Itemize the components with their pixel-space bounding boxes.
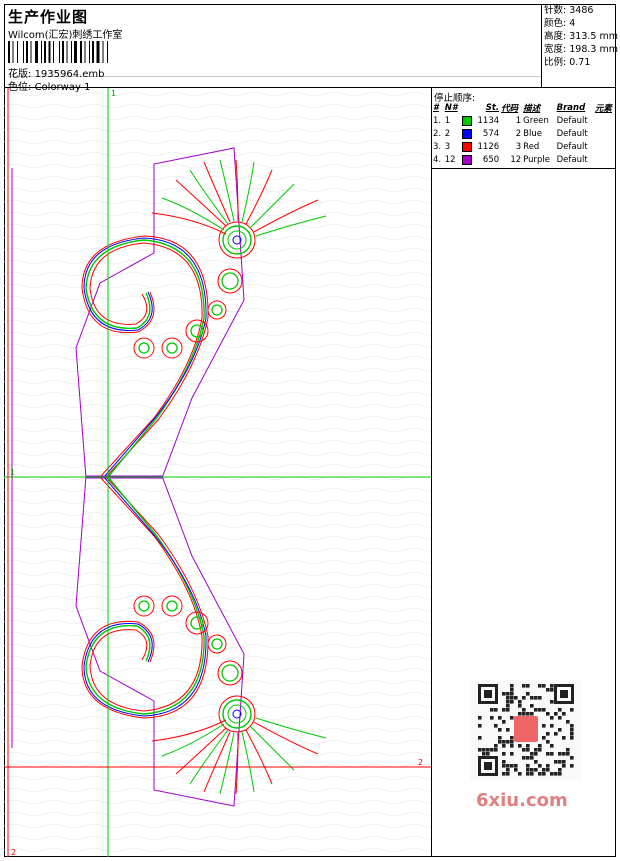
stat-label: 比例: [544, 57, 567, 68]
cell-code: 3 [515, 141, 522, 152]
col-description: 描述 [523, 104, 541, 114]
cell-stitches: 1126 [461, 140, 500, 153]
cell-description: Blue [523, 128, 542, 139]
table-header-row: # N# St. 代码 描述 Brand 元素 [432, 102, 616, 114]
stitch-count: 650 [482, 154, 500, 165]
axis-label-2-right: 2 [418, 758, 423, 767]
table-row: 4. 12 650 12 Purple Default [432, 153, 616, 166]
stat-value: 3486 [569, 5, 594, 16]
stat-scale: 比例: 0.71 [542, 56, 616, 69]
cell-index: 1. [433, 115, 442, 126]
col-code: 代码 [501, 104, 519, 114]
design-preview: 1 1 2 2 [4, 88, 432, 857]
stats-panel: 针数: 3486 颜色: 4 高度: 313.5 mm 宽度: 198.3 mm… [542, 4, 618, 88]
panel-divider [432, 168, 616, 169]
cell-description: Green [523, 115, 549, 126]
cell-code: 12 [510, 154, 522, 165]
cell-brand: Default [556, 154, 588, 165]
table-row: 2. 2 574 2 Blue Default [432, 127, 616, 140]
cell-number: 2 [444, 128, 451, 139]
table-row: 1. 1 1134 1 Green Default [432, 114, 616, 127]
qr-center-logo [514, 716, 538, 742]
color-swatch [462, 115, 473, 126]
col-index: # [433, 103, 439, 113]
stat-stitches: 针数: 3486 [542, 4, 616, 17]
cell-element [594, 140, 616, 153]
cell-brand: Default [556, 141, 588, 152]
stat-label: 宽度: [544, 44, 567, 55]
barcode-graphic [8, 41, 108, 63]
cell-stitches: 1134 [461, 114, 500, 127]
cell-index: 3. [433, 141, 442, 152]
stitch-count: 1126 [477, 141, 500, 152]
cell-number: 3 [444, 141, 451, 152]
cell-element [594, 127, 616, 140]
cell-stitches: 574 [461, 127, 500, 140]
col-stitches: St. [485, 103, 500, 113]
stitch-count: 1134 [477, 115, 500, 126]
cell-description: Purple [523, 154, 551, 165]
qr-code-image [470, 680, 582, 780]
color-swatch [462, 141, 473, 152]
company-name: Wilcom(汇宏)刺绣工作室 [8, 30, 123, 41]
axis-label-2-bottom: 2 [11, 848, 16, 857]
cell-stitches: 650 [461, 153, 500, 166]
color-swatch [462, 154, 473, 165]
stat-label: 针数: [544, 5, 567, 16]
embroidery-design: 1 1 2 2 [4, 88, 431, 857]
stat-height: 高度: 313.5 mm [542, 30, 618, 43]
stat-label: 颜色: [544, 18, 567, 29]
stat-value: 4 [569, 18, 576, 29]
axis-label-1-left: 1 [10, 468, 15, 477]
cell-element [594, 114, 616, 127]
stat-value: 198.3 mm [569, 44, 618, 55]
cell-brand: Default [556, 115, 588, 126]
stop-sequence-table: # N# St. 代码 描述 Brand 元素 1. 1 1134 1 Green Def… [432, 102, 616, 166]
cell-number: 12 [444, 154, 456, 165]
cell-description: Red [523, 141, 540, 152]
stat-value: 313.5 mm [569, 31, 618, 42]
col-element: 元素 [594, 104, 612, 114]
watermark-text: 6xiu.com [476, 790, 568, 811]
col-brand: Brand [556, 103, 586, 113]
stat-label: 高度: [544, 31, 567, 42]
col-number: N# [444, 103, 458, 113]
cell-code: 2 [515, 128, 522, 139]
header-panel: 生产作业图 Wilcom(汇宏)刺绣工作室 花版: 1935964.emb 色位… [4, 4, 542, 93]
cell-code: 1 [515, 115, 522, 126]
stop-sequence-rows: 1. 1 1134 1 Green Default 2. 2 574 2 Blue Default 3.… [432, 114, 616, 166]
stitch-count: 574 [482, 128, 500, 139]
cell-brand: Default [556, 128, 588, 139]
wavy-background [4, 88, 431, 857]
table-row: 3. 3 1126 3 Red Default [432, 140, 616, 153]
page-title: 生产作业图 [8, 8, 89, 26]
axis-label-1-top: 1 [111, 89, 116, 98]
cell-number: 1 [444, 115, 451, 126]
stat-width: 宽度: 198.3 mm [542, 43, 618, 56]
stat-colors: 颜色: 4 [542, 17, 616, 30]
cell-index: 2. [433, 128, 442, 139]
stat-value: 0.71 [569, 57, 591, 68]
cell-index: 4. [433, 154, 442, 165]
color-swatch [462, 128, 473, 139]
cell-element [594, 153, 616, 166]
